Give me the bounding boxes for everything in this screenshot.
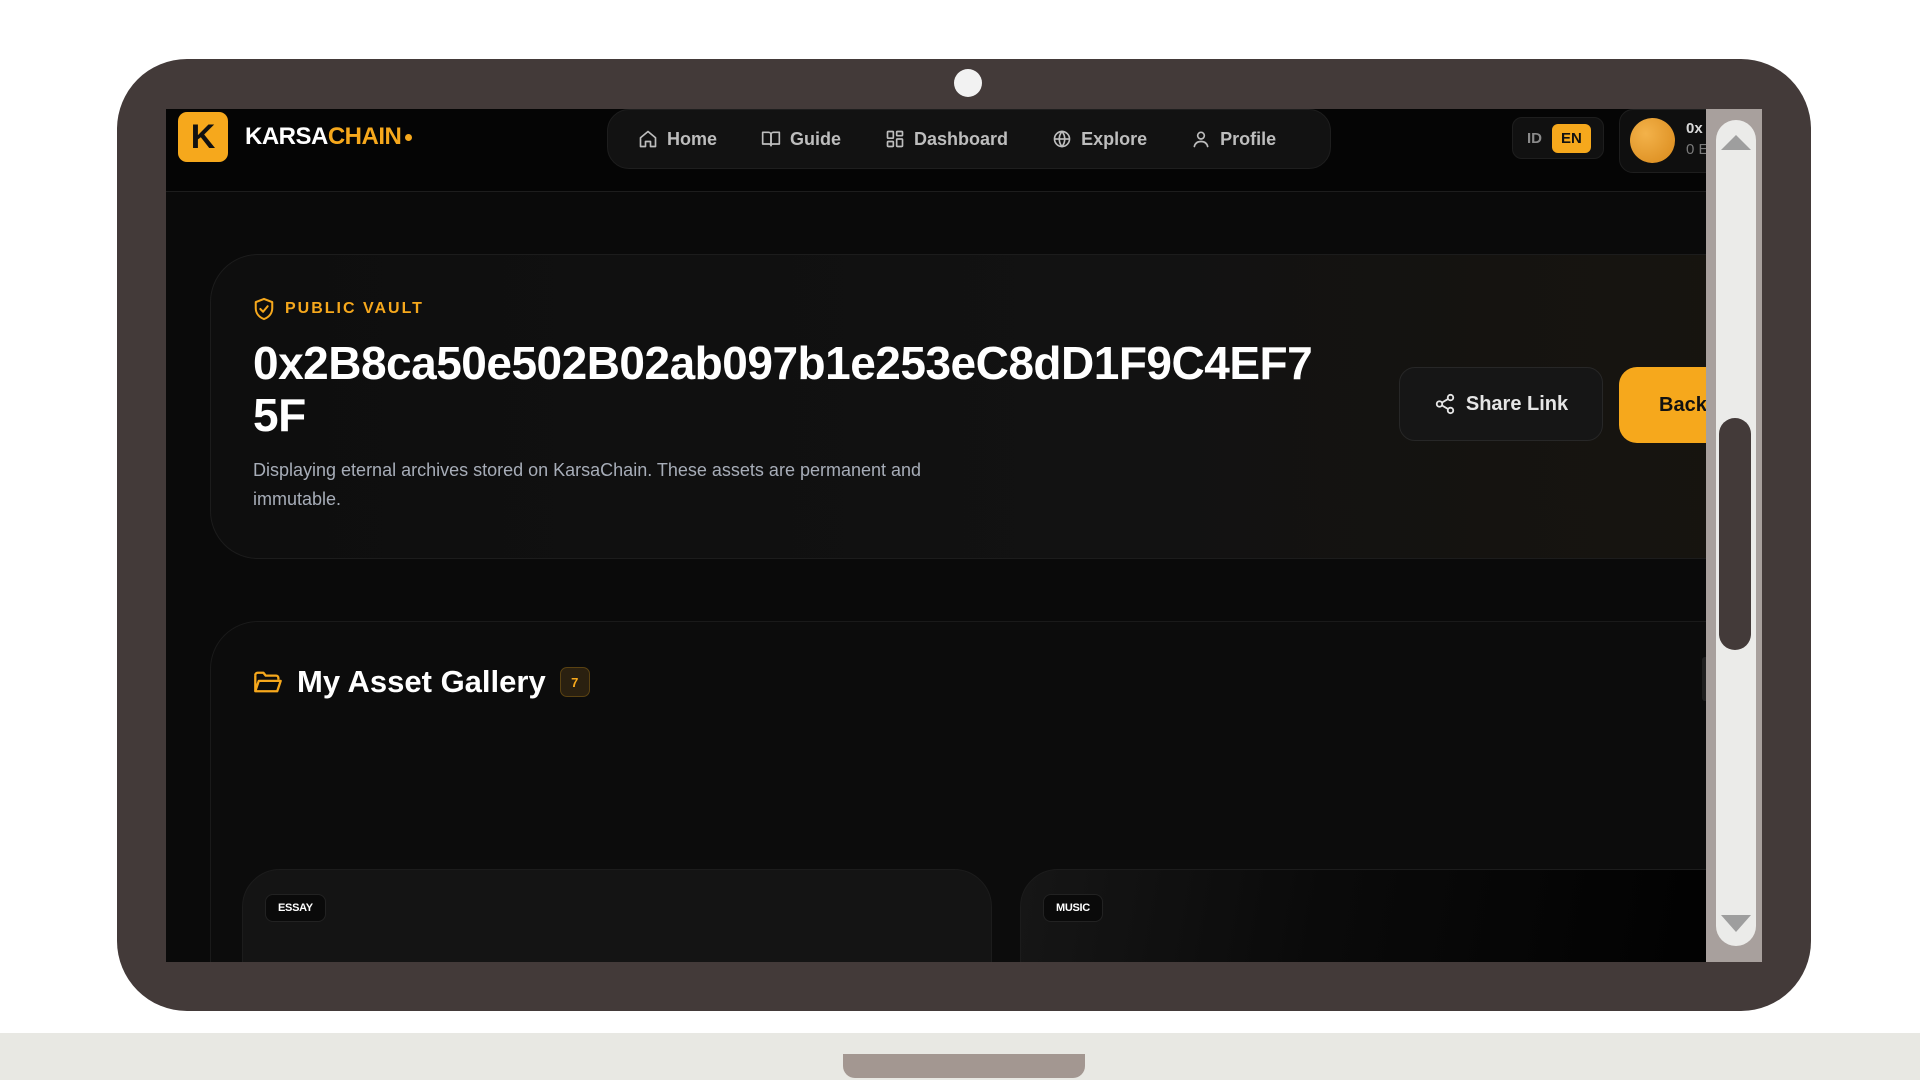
wallet-button[interactable]: 0x 0 E	[1619, 109, 1706, 173]
lang-option-id[interactable]: ID	[1527, 130, 1542, 147]
vault-address: 0x2B8ca50e502B02ab097b1e253eC8dD1F9C4EF7…	[253, 337, 1313, 441]
gallery-title: My Asset Gallery	[297, 664, 546, 699]
scroll-down-arrow-icon[interactable]	[1719, 912, 1753, 936]
nav-dashboard-label: Dashboard	[914, 128, 1009, 149]
brand-dot-icon	[405, 134, 413, 142]
browser-screen: K KARSACHAIN Home Guide Dashboard Explor…	[166, 109, 1706, 962]
book-icon	[761, 131, 781, 147]
nav-profile-label: Profile	[1220, 128, 1277, 149]
lang-option-en[interactable]: EN	[1552, 123, 1591, 153]
scroll-up-arrow-icon[interactable]	[1719, 130, 1753, 154]
asset-card[interactable]: ESSAY	[242, 869, 992, 962]
nav-item-guide[interactable]: Guide	[761, 129, 841, 150]
brand-name-part1: KARSA	[245, 123, 328, 150]
vault-label: PUBLIC VAULT	[253, 297, 424, 321]
back-to-home-button[interactable]: Back to H	[1619, 367, 1706, 443]
asset-card[interactable]: MUSIC	[1020, 869, 1706, 962]
language-toggle: ID EN	[1512, 117, 1604, 159]
grid-icon	[886, 130, 904, 148]
share-link-button[interactable]: Share Link	[1399, 367, 1603, 441]
nav-item-explore[interactable]: Explore	[1052, 129, 1147, 150]
home-icon	[639, 130, 657, 148]
nav-explore-label: Explore	[1081, 128, 1148, 149]
nav-item-home[interactable]: Home	[638, 129, 717, 150]
brand-name-part2: CHAIN	[327, 123, 402, 150]
gallery-count-badge: 7	[559, 667, 590, 697]
nav-home-label: Home	[667, 128, 718, 149]
back-button-label: Back to H	[1659, 393, 1706, 416]
vault-label-text: PUBLIC VAULT	[285, 300, 424, 317]
brand-name[interactable]: KARSACHAIN	[245, 121, 413, 153]
user-icon	[1193, 131, 1209, 148]
logo-icon[interactable]: K	[178, 112, 228, 162]
logo-letter: K	[190, 117, 216, 156]
wallet-address: 0x	[1686, 120, 1703, 137]
laptop-stand	[843, 1054, 1085, 1078]
wallet-balance: 0 E	[1686, 141, 1706, 158]
share-link-label: Share Link	[1465, 392, 1569, 415]
top-navbar: K KARSACHAIN Home Guide Dashboard Explor…	[166, 109, 1706, 192]
camera-icon	[954, 69, 982, 97]
avatar	[1630, 118, 1675, 163]
share-icon	[1435, 393, 1455, 415]
scrollbar-thumb[interactable]	[1719, 418, 1751, 650]
asset-type-tag: ESSAY	[265, 894, 326, 922]
nav-item-profile[interactable]: Profile	[1191, 129, 1276, 150]
vault-header-card: PUBLIC VAULT 0x2B8ca50e502B02ab097b1e253…	[210, 254, 1706, 559]
gallery-header: My Asset Gallery 7	[253, 664, 590, 700]
vault-description: Displaying eternal archives stored on Ka…	[253, 460, 922, 509]
stage: K KARSACHAIN Home Guide Dashboard Explor…	[0, 0, 1920, 1080]
shield-check-icon	[254, 297, 274, 321]
main-nav: Home Guide Dashboard Explore Profile	[607, 109, 1331, 169]
folder-open-icon	[254, 671, 282, 693]
nav-guide-label: Guide	[790, 128, 842, 149]
globe-icon	[1053, 130, 1071, 148]
asset-type-tag: MUSIC	[1043, 894, 1103, 922]
nav-item-dashboard[interactable]: Dashboard	[885, 129, 1008, 150]
